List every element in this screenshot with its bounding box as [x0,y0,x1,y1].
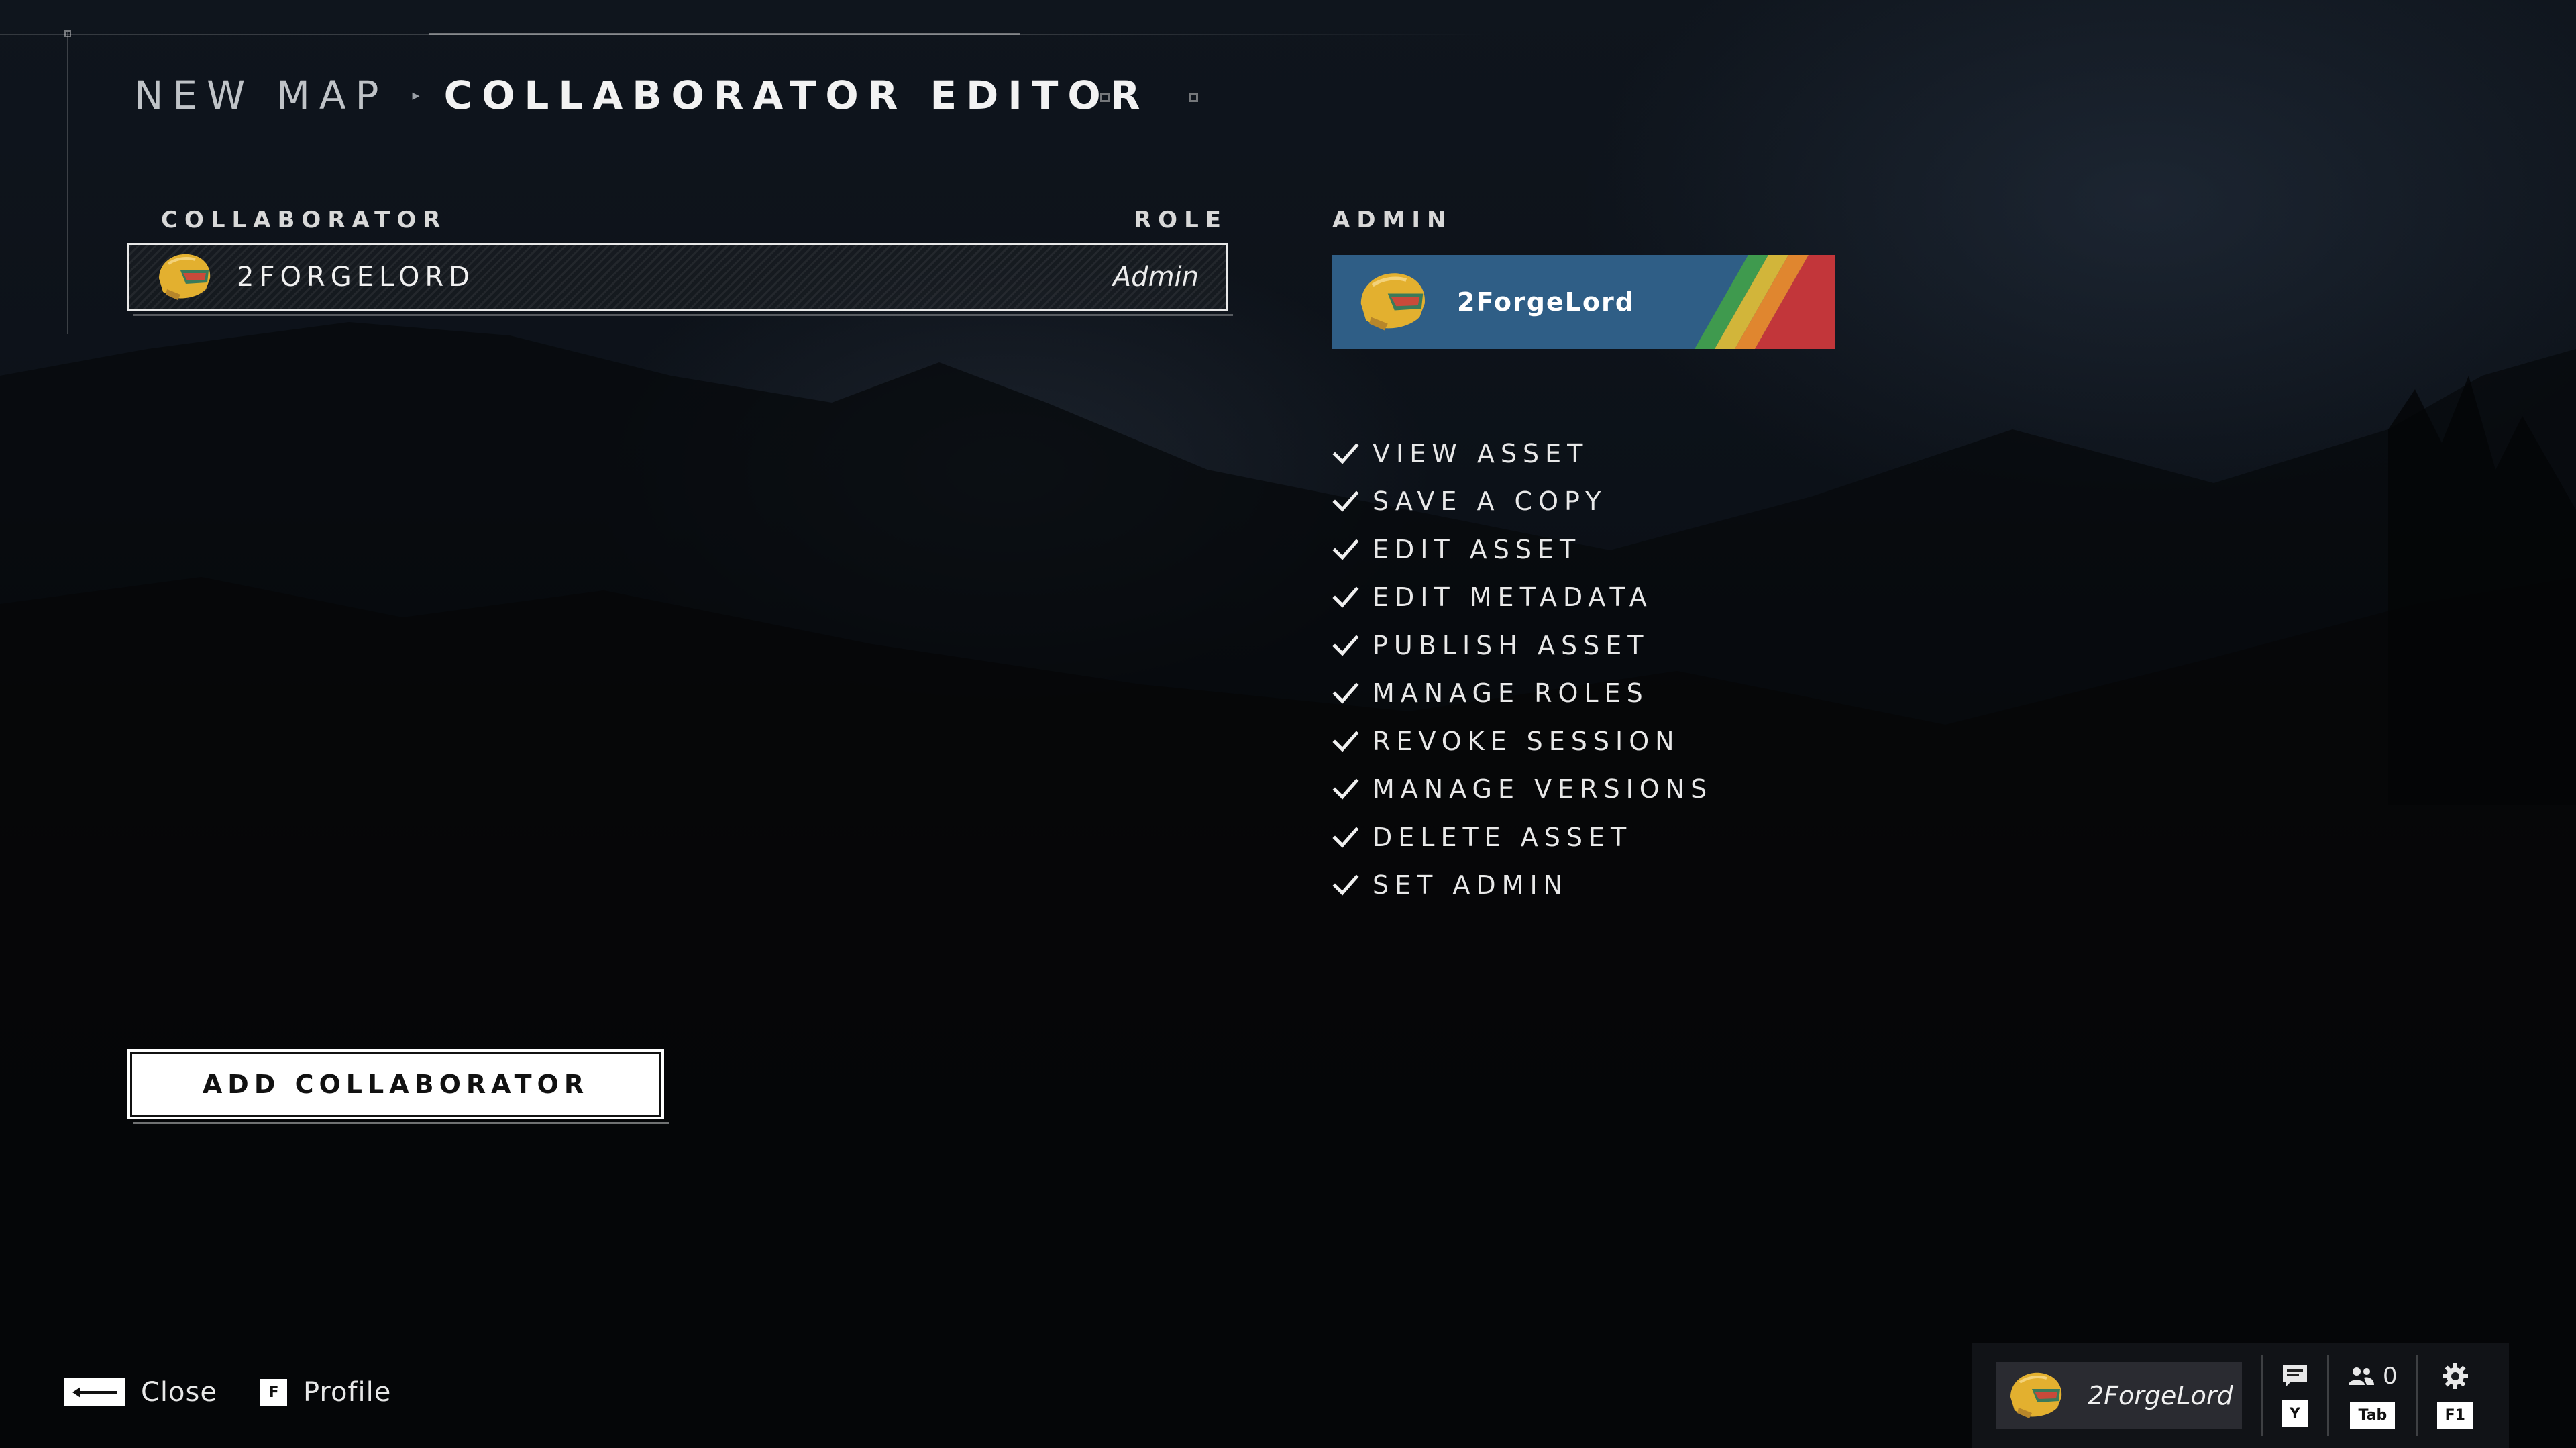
permission-label: EDIT METADATA [1373,582,1653,613]
breadcrumb-separator-icon: ▸ [412,87,420,104]
checkmark-icon [1332,731,1359,752]
collaborator-role: Admin [1112,262,1199,293]
permission-label: REVOKE SESSION [1373,726,1680,756]
breadcrumb-parent[interactable]: NEW MAP [134,72,388,118]
permission-item: EDIT ASSET [1332,525,1713,574]
hud-divider [2327,1355,2329,1436]
permission-item: VIEW ASSET [1332,429,1713,478]
checkmark-icon [1332,443,1359,464]
header-side-rule [67,32,68,334]
nameplate-stripes [1695,255,1835,349]
permission-item: MANAGE ROLES [1332,670,1713,718]
column-header-collaborator: COLLABORATOR [161,207,447,234]
friends-button[interactable]: 0 Tab [2348,1363,2398,1429]
add-collaborator-button[interactable]: ADD COLLABORATOR [127,1049,664,1119]
chat-icon [2283,1365,2307,1387]
checkmark-icon [1332,827,1359,848]
permission-label: MANAGE VERSIONS [1373,774,1713,805]
profile-key[interactable]: F [260,1379,287,1406]
back-arrow-icon[interactable] [64,1378,125,1406]
permission-item: EDIT METADATA [1332,574,1713,622]
header-dot-icon [1189,93,1198,102]
permission-item: REVOKE SESSION [1332,717,1713,766]
profile-button[interactable]: Profile [303,1377,391,1408]
column-header-role: ROLE [1134,207,1228,234]
permission-label: EDIT ASSET [1373,534,1582,564]
footer-hints: Close F Profile [64,1377,418,1408]
collaborator-row[interactable]: 2FORGELORD Admin [127,243,1228,311]
chat-key: Y [2282,1400,2308,1427]
header-corner-marker [64,30,71,37]
hud-player-card[interactable]: 2ForgeLord [1996,1362,2242,1429]
helmet-icon [159,254,211,300]
row-underline [133,314,1233,316]
permission-item: MANAGE VERSIONS [1332,766,1713,814]
friends-icon [2349,1367,2374,1385]
helmet-icon [1360,273,1425,331]
breadcrumb: NEW MAP ▸ COLLABORATOR EDITOR [134,68,1149,122]
chat-button[interactable]: Y [2282,1364,2308,1427]
permission-label: PUBLISH ASSET [1373,630,1650,660]
checkmark-icon [1332,874,1359,896]
permission-label: SAVE A COPY [1373,486,1607,517]
checkmark-icon [1332,586,1359,608]
permission-label: DELETE ASSET [1373,822,1633,852]
role-heading: ADMIN [1332,207,1453,234]
settings-key: F1 [2436,1402,2473,1429]
permission-item: DELETE ASSET [1332,813,1713,862]
permission-list: VIEW ASSET SAVE A COPY EDIT ASSET EDIT META… [1332,429,1713,909]
checkmark-icon [1332,682,1359,704]
helmet-icon [2010,1372,2062,1418]
hud-player-name: 2ForgeLord [2088,1381,2233,1410]
checkmark-icon [1332,778,1359,800]
hud-divider [2261,1355,2263,1436]
header-dot-icon [1100,93,1110,102]
permission-item: SET ADMIN [1332,862,1713,910]
friends-count: 0 [2383,1363,2398,1390]
checkmark-icon [1332,635,1359,656]
permission-label: SET ADMIN [1373,870,1569,900]
friends-key: Tab [2350,1402,2396,1429]
gear-icon [2442,1363,2468,1389]
permission-item: PUBLISH ASSET [1332,621,1713,670]
close-button[interactable]: Close [141,1377,217,1408]
header-rule-highlight [429,33,1020,35]
hud-divider [2416,1355,2418,1436]
admin-nameplate-name: 2ForgeLord [1457,287,1635,317]
checkmark-icon [1332,490,1359,512]
player-hud: 2ForgeLord Y 0 Tab F1 [1972,1343,2509,1448]
admin-nameplate: 2ForgeLord [1332,255,1835,349]
collaborator-name: 2FORGELORD [237,262,475,293]
button-underline [133,1122,669,1124]
page-title: COLLABORATOR EDITOR [443,72,1150,118]
permission-label: VIEW ASSET [1373,438,1589,468]
permission-item: SAVE A COPY [1332,478,1713,526]
permission-label: MANAGE ROLES [1373,678,1649,709]
checkmark-icon [1332,539,1359,560]
settings-button[interactable]: F1 [2436,1363,2473,1429]
